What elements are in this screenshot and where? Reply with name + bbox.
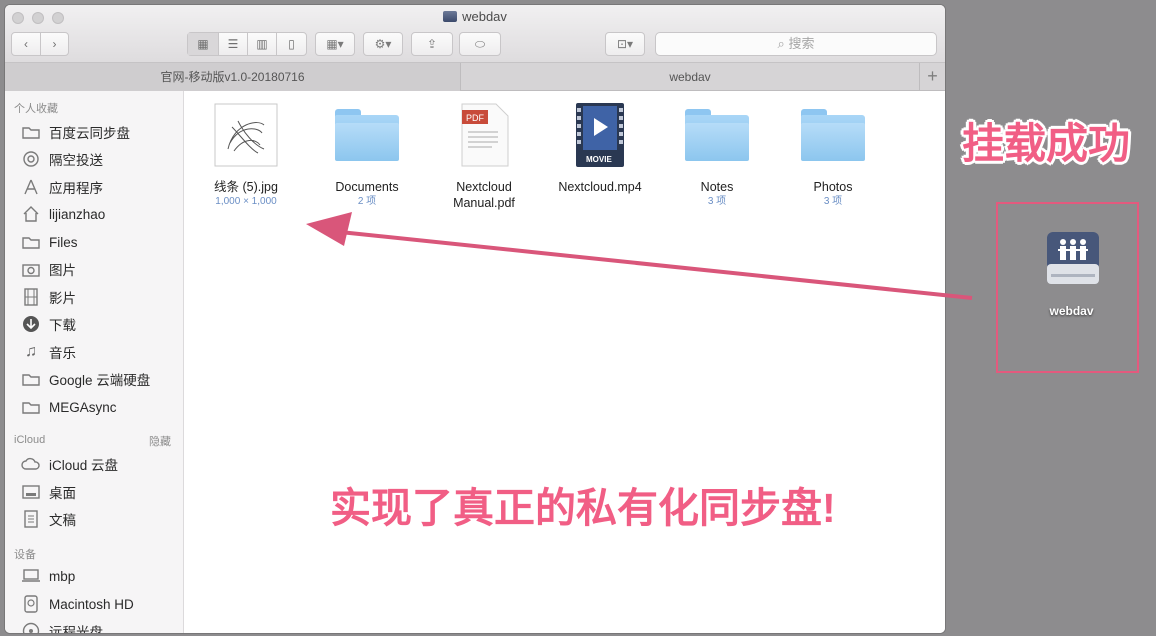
annotation-mount-success: 挂载成功 <box>962 120 1131 167</box>
desktop-drive-label[interactable]: webdav <box>1014 304 1129 318</box>
network-drive-icon[interactable] <box>1045 230 1101 292</box>
annotation-private-sync: 实现了真正的私有化同步盘! <box>330 485 836 531</box>
annotation-arrow <box>306 212 973 300</box>
